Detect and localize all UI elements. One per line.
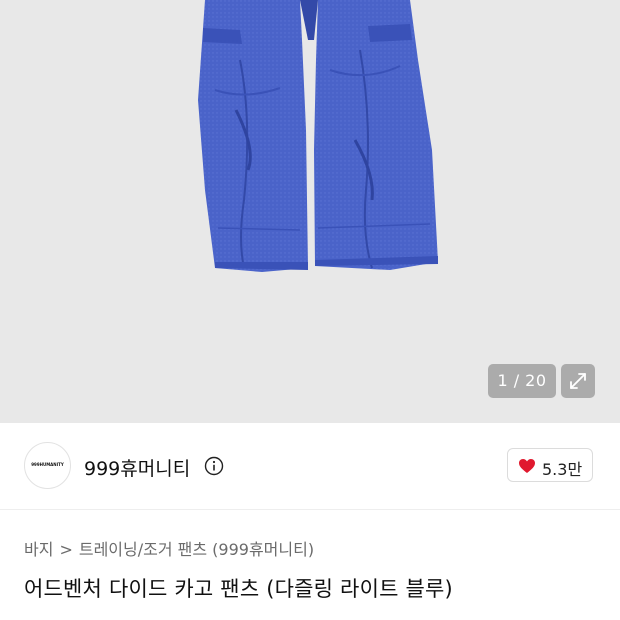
info-circle-icon[interactable]: [204, 456, 224, 476]
breadcrumb-category[interactable]: 바지: [24, 540, 53, 559]
pants-photo: [198, 0, 438, 272]
expand-button[interactable]: [561, 364, 595, 398]
product-title: 어드벤처 다이드 카고 팬츠 (다즐링 라이트 블루): [24, 577, 453, 601]
image-counter: 1 / 20: [488, 364, 556, 398]
breadcrumb-subcategory[interactable]: 트레이닝/조거 팬츠 (999휴머니티): [79, 540, 314, 559]
breadcrumb-separator: >: [59, 540, 73, 559]
section-divider: [0, 509, 620, 510]
breadcrumb: 바지 > 트레이닝/조거 팬츠 (999휴머니티): [24, 536, 314, 560]
shop-name[interactable]: 999휴머니티: [84, 454, 190, 481]
shop-logo[interactable]: 999HUMANITY: [24, 442, 71, 489]
shop-logo-text: 999HUMANITY: [31, 462, 64, 467]
expand-arrows-icon: [570, 373, 586, 389]
product-image[interactable]: 1 / 20: [0, 0, 620, 423]
like-button[interactable]: 5.3만: [507, 448, 593, 482]
like-count: 5.3만: [542, 460, 583, 479]
shop-row: 999HUMANITY 999휴머니티 5.3만: [0, 423, 620, 509]
heart-icon: [519, 459, 535, 473]
